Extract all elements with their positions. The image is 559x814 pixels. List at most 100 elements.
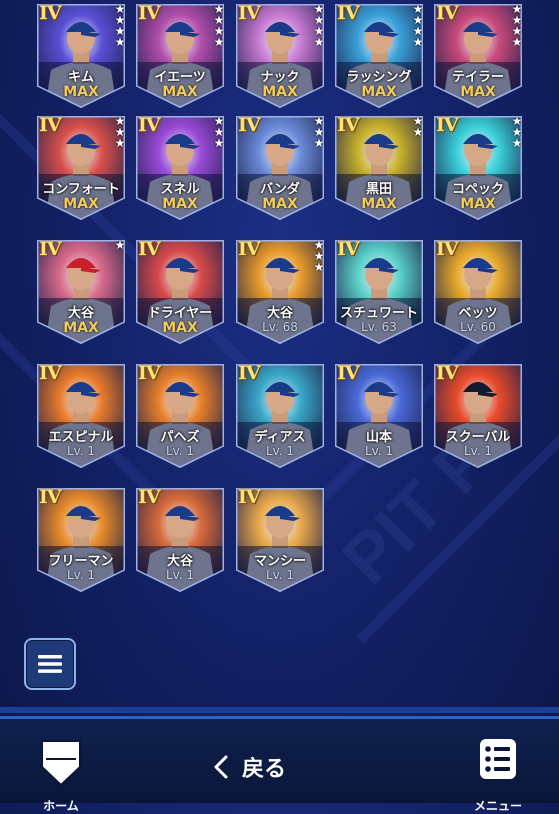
- player-name: マンシー: [253, 554, 306, 569]
- player-card[interactable]: IV ★ ★ ★ スネル MAX: [136, 114, 225, 220]
- player-level: Lv. 63: [361, 320, 397, 334]
- hamburger-icon: [38, 655, 62, 673]
- tier-badge: IV: [138, 114, 161, 136]
- player-name: エスピナル: [48, 430, 114, 445]
- tier-badge: IV: [337, 114, 360, 136]
- star-rating: ★ ★ ★ ★: [312, 3, 326, 49]
- tier-badge: IV: [238, 114, 261, 136]
- player-name: スクーバル: [445, 430, 511, 445]
- tier-badge: IV: [436, 238, 459, 260]
- player-level: MAX: [162, 84, 198, 100]
- star-icon: ★: [412, 125, 424, 139]
- player-card[interactable]: IV ★ ★ ★ ★ テイラー MAX: [434, 2, 524, 108]
- tier-badge: IV: [39, 114, 62, 136]
- star-icon: ★: [313, 260, 325, 274]
- player-level: MAX: [361, 84, 397, 100]
- star-rating: ★ ★ ★ ★: [510, 3, 524, 49]
- player-card[interactable]: IV 大谷 Lv. 1: [136, 486, 224, 592]
- player-level: Lv. 1: [265, 568, 295, 582]
- tier-badge: IV: [238, 238, 261, 260]
- star-icon: ★: [511, 35, 523, 49]
- player-card[interactable]: IV エスピナル Lv. 1: [37, 362, 125, 468]
- player-level: MAX: [63, 84, 99, 100]
- player-level: Lv. 60: [460, 320, 496, 334]
- player-name: フリーマン: [48, 554, 114, 569]
- star-icon: ★: [213, 136, 225, 150]
- player-card[interactable]: IV ドライヤー MAX: [136, 238, 224, 344]
- home-button[interactable]: ホーム: [28, 737, 94, 813]
- tier-badge: IV: [238, 362, 261, 384]
- player-card[interactable]: IV ★ ★ ★ 大谷 Lv. 68: [236, 238, 326, 344]
- player-name: 大谷: [166, 554, 193, 569]
- player-card[interactable]: IV ★ ★ ★ コンフォート MAX: [37, 114, 127, 220]
- player-card-grid: IV ★ ★ ★ ★ キム MAX IV ★ ★ ★ ★ イエーツ MAX IV ★ ★ ★ ★ ナック MAX IV ★ ★…: [0, 0, 559, 640]
- chevron-left-icon: [214, 755, 228, 779]
- player-name: ドライヤー: [147, 306, 213, 321]
- player-card[interactable]: IV ★ ★ ★ ★ キム MAX: [37, 2, 127, 108]
- tier-badge: IV: [436, 114, 459, 136]
- player-card[interactable]: IV ★ 大谷 MAX: [37, 238, 126, 344]
- star-icon: ★: [114, 35, 126, 49]
- home-plate-icon: [41, 740, 81, 787]
- tier-badge: IV: [138, 486, 161, 508]
- player-name: スネル: [160, 182, 200, 197]
- player-level: Lv. 1: [66, 444, 96, 458]
- star-icon: ★: [511, 136, 523, 150]
- back-button[interactable]: 戻る: [214, 749, 324, 785]
- tier-badge: IV: [138, 238, 161, 260]
- star-rating: ★ ★ ★: [312, 239, 326, 274]
- player-level: Lv. 1: [364, 444, 394, 458]
- player-name: テイラー: [451, 70, 504, 85]
- player-level: MAX: [162, 196, 198, 212]
- player-card[interactable]: IV パヘズ Lv. 1: [136, 362, 224, 468]
- list-menu-button[interactable]: [24, 638, 76, 690]
- player-card[interactable]: IV ベッツ Lv. 60: [434, 238, 522, 344]
- star-rating: ★ ★ ★ ★: [113, 3, 127, 49]
- player-name: コペック: [451, 182, 504, 197]
- player-card[interactable]: IV ★ ★ ★ ★ イエーツ MAX: [136, 2, 226, 108]
- player-name: 黒田: [365, 182, 392, 197]
- player-level: Lv. 68: [262, 320, 298, 334]
- player-card[interactable]: IV ★ ★ ★ ★ ラッシング MAX: [335, 2, 423, 108]
- player-name: 大谷: [266, 306, 293, 321]
- star-rating: ★ ★: [411, 115, 425, 139]
- player-card[interactable]: IV フリーマン Lv. 1: [37, 486, 125, 592]
- player-level: Lv. 1: [165, 568, 195, 582]
- star-icon: ★: [114, 238, 126, 252]
- star-icon: ★: [313, 35, 325, 49]
- player-name: キム: [67, 70, 94, 85]
- tier-badge: IV: [39, 2, 62, 24]
- tier-badge: IV: [436, 362, 459, 384]
- player-card[interactable]: IV ディアス Lv. 1: [236, 362, 324, 468]
- player-level: Lv. 1: [463, 444, 493, 458]
- player-card[interactable]: IV スクーバル Lv. 1: [434, 362, 522, 468]
- player-level: Lv. 1: [165, 444, 195, 458]
- tier-badge: IV: [138, 362, 161, 384]
- player-level: Lv. 1: [265, 444, 295, 458]
- tier-badge: IV: [337, 2, 360, 24]
- player-card[interactable]: IV ★ ★ ★ バンダ MAX: [236, 114, 326, 220]
- star-rating: ★ ★ ★ ★: [212, 3, 226, 49]
- player-card[interactable]: IV スチュワート Lv. 63: [335, 238, 423, 344]
- player-level: MAX: [262, 196, 298, 212]
- player-card[interactable]: IV ★ ★ ★ コペック MAX: [434, 114, 523, 220]
- player-level: MAX: [63, 320, 99, 336]
- player-card[interactable]: IV 山本 Lv. 1: [335, 362, 423, 468]
- tier-badge: IV: [39, 486, 62, 508]
- menu-button[interactable]: メニュー: [464, 737, 532, 813]
- star-rating: ★ ★ ★: [113, 115, 127, 149]
- tier-badge: IV: [138, 2, 161, 24]
- player-name: 山本: [365, 430, 392, 445]
- star-rating: ★ ★ ★: [312, 115, 326, 149]
- player-card[interactable]: IV マンシー Lv. 1: [236, 486, 324, 592]
- back-label: 戻る: [242, 757, 287, 782]
- player-card[interactable]: IV ★ ★ 黒田 MAX: [335, 114, 425, 220]
- star-icon: ★: [213, 35, 225, 49]
- menu-list-icon: [480, 739, 516, 779]
- tier-badge: IV: [337, 238, 360, 260]
- player-name: スチュワート: [339, 306, 418, 321]
- player-name: バンダ: [260, 182, 300, 197]
- player-name: パヘズ: [160, 430, 200, 445]
- player-card[interactable]: IV ★ ★ ★ ★ ナック MAX: [236, 2, 326, 108]
- player-level: MAX: [460, 196, 496, 212]
